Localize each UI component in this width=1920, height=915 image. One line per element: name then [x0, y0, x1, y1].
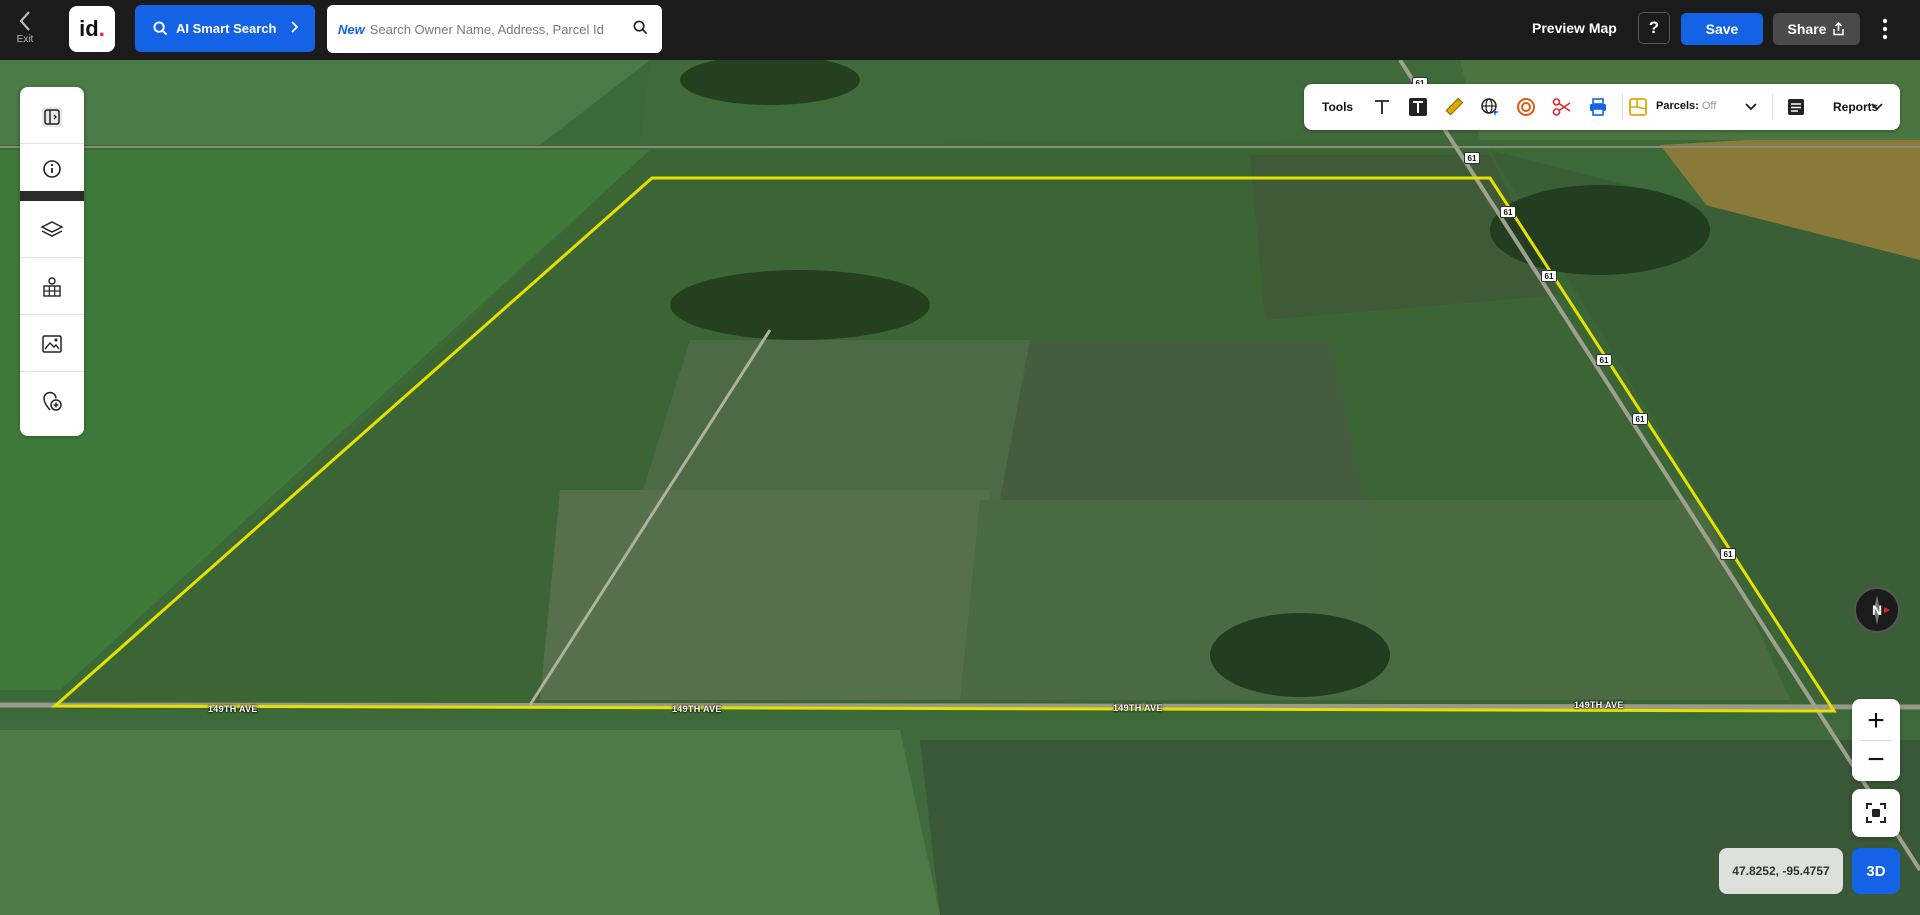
search-box: New [327, 5, 662, 53]
info-icon [43, 160, 61, 178]
road-label: 149TH AVE [1574, 700, 1624, 710]
search-input[interactable] [369, 21, 630, 37]
image-icon [42, 335, 62, 353]
buildings-button[interactable] [20, 262, 84, 312]
search-icon[interactable] [633, 20, 648, 35]
road-label: 149TH AVE [672, 704, 722, 714]
info-button[interactable] [20, 144, 84, 194]
reports-icon-button[interactable] [1784, 95, 1808, 119]
share-button[interactable]: Share [1773, 13, 1860, 45]
highway-shield: 61 [1632, 413, 1648, 425]
collapse-panel-icon [42, 107, 62, 127]
layers-button[interactable] [20, 205, 84, 255]
parcels-label: Parcels: [1656, 100, 1699, 112]
compass-button[interactable]: N [1854, 587, 1900, 633]
radius-tool-button[interactable] [1514, 95, 1538, 119]
text-box-tool-button[interactable] [1406, 95, 1430, 119]
top-bar: Exit id. AI Smart Search New Preview Map… [0, 0, 1920, 60]
satellite-imagery [0, 60, 1920, 915]
zoom-control: + − [1852, 699, 1900, 781]
ai-smart-search-button[interactable]: AI Smart Search [135, 5, 315, 52]
text-box-icon [1409, 98, 1427, 116]
logo-dot: . [98, 16, 105, 41]
highway-shield: 61 [1541, 270, 1557, 282]
compass-label: N [1872, 602, 1882, 618]
highway-shield: 61 [1500, 206, 1516, 218]
preview-map-button[interactable]: Preview Map [1532, 20, 1617, 36]
printer-icon [1590, 98, 1606, 116]
focus-frame-icon [1866, 803, 1886, 823]
help-button[interactable]: ? [1638, 12, 1670, 44]
print-button[interactable] [1586, 95, 1610, 119]
split-tool-button[interactable] [1550, 95, 1574, 119]
share-icon [1833, 22, 1845, 36]
share-label: Share [1787, 21, 1827, 37]
compass-icon: N [1872, 595, 1890, 625]
map-toolbar: Tools Parcels: Off Reports [1304, 84, 1900, 130]
collapse-panel-button[interactable] [20, 92, 84, 142]
parcels-toggle[interactable]: Parcels: Off [1656, 100, 1716, 112]
add-location-button[interactable] [20, 376, 84, 426]
app-logo[interactable]: id. [69, 6, 115, 52]
sidebar-divider [20, 191, 84, 201]
chevron-down-icon[interactable] [1744, 102, 1758, 112]
exit-button[interactable]: Exit [10, 10, 40, 50]
fit-bounds-button[interactable] [1852, 789, 1900, 837]
imagery-button[interactable] [20, 319, 84, 369]
save-button[interactable]: Save [1681, 13, 1763, 45]
globe-tool-button[interactable] [1478, 95, 1502, 119]
measure-tool-button[interactable] [1442, 95, 1466, 119]
tools-label: Tools [1322, 100, 1354, 114]
left-sidebar [20, 87, 84, 436]
road-label: 149TH AVE [208, 704, 258, 714]
parcels-button[interactable] [1626, 95, 1650, 119]
highway-shield: 61 [1464, 152, 1480, 164]
zoom-out-button[interactable]: − [1852, 740, 1900, 780]
chevron-left-icon [19, 11, 30, 31]
chevron-right-icon [291, 21, 299, 33]
parcels-state: Off [1701, 100, 1717, 112]
search-icon [153, 21, 168, 36]
exit-label: Exit [16, 34, 34, 45]
road-label: 149TH AVE [1113, 703, 1163, 713]
highway-shield: 61 [1720, 548, 1736, 560]
ruler-icon [1445, 97, 1464, 116]
map-canvas[interactable]: 149TH AVE 149TH AVE 149TH AVE 149TH AVE … [0, 60, 1920, 915]
more-options-icon[interactable] [1878, 14, 1892, 44]
radius-icon [1517, 98, 1535, 116]
chevron-down-icon[interactable] [1870, 102, 1884, 112]
globe-cursor-icon [1481, 98, 1499, 116]
add-location-icon [43, 391, 62, 411]
coordinates-display: 47.8252, -95.4757 [1719, 848, 1843, 894]
text-tool-button[interactable] [1370, 95, 1394, 119]
toggle-3d-button[interactable]: 3D [1852, 848, 1900, 894]
buildings-icon [43, 277, 61, 297]
parcels-icon [1629, 98, 1647, 116]
zoom-in-button[interactable]: + [1852, 701, 1900, 741]
search-new-badge: New [338, 21, 365, 37]
reports-icon [1788, 99, 1804, 115]
highway-shield: 61 [1596, 354, 1612, 366]
layers-icon [40, 221, 64, 237]
ai-smart-search-label: AI Smart Search [176, 21, 277, 36]
logo-text: id [79, 16, 99, 41]
scissors-icon [1552, 98, 1571, 116]
text-icon [1375, 100, 1389, 114]
